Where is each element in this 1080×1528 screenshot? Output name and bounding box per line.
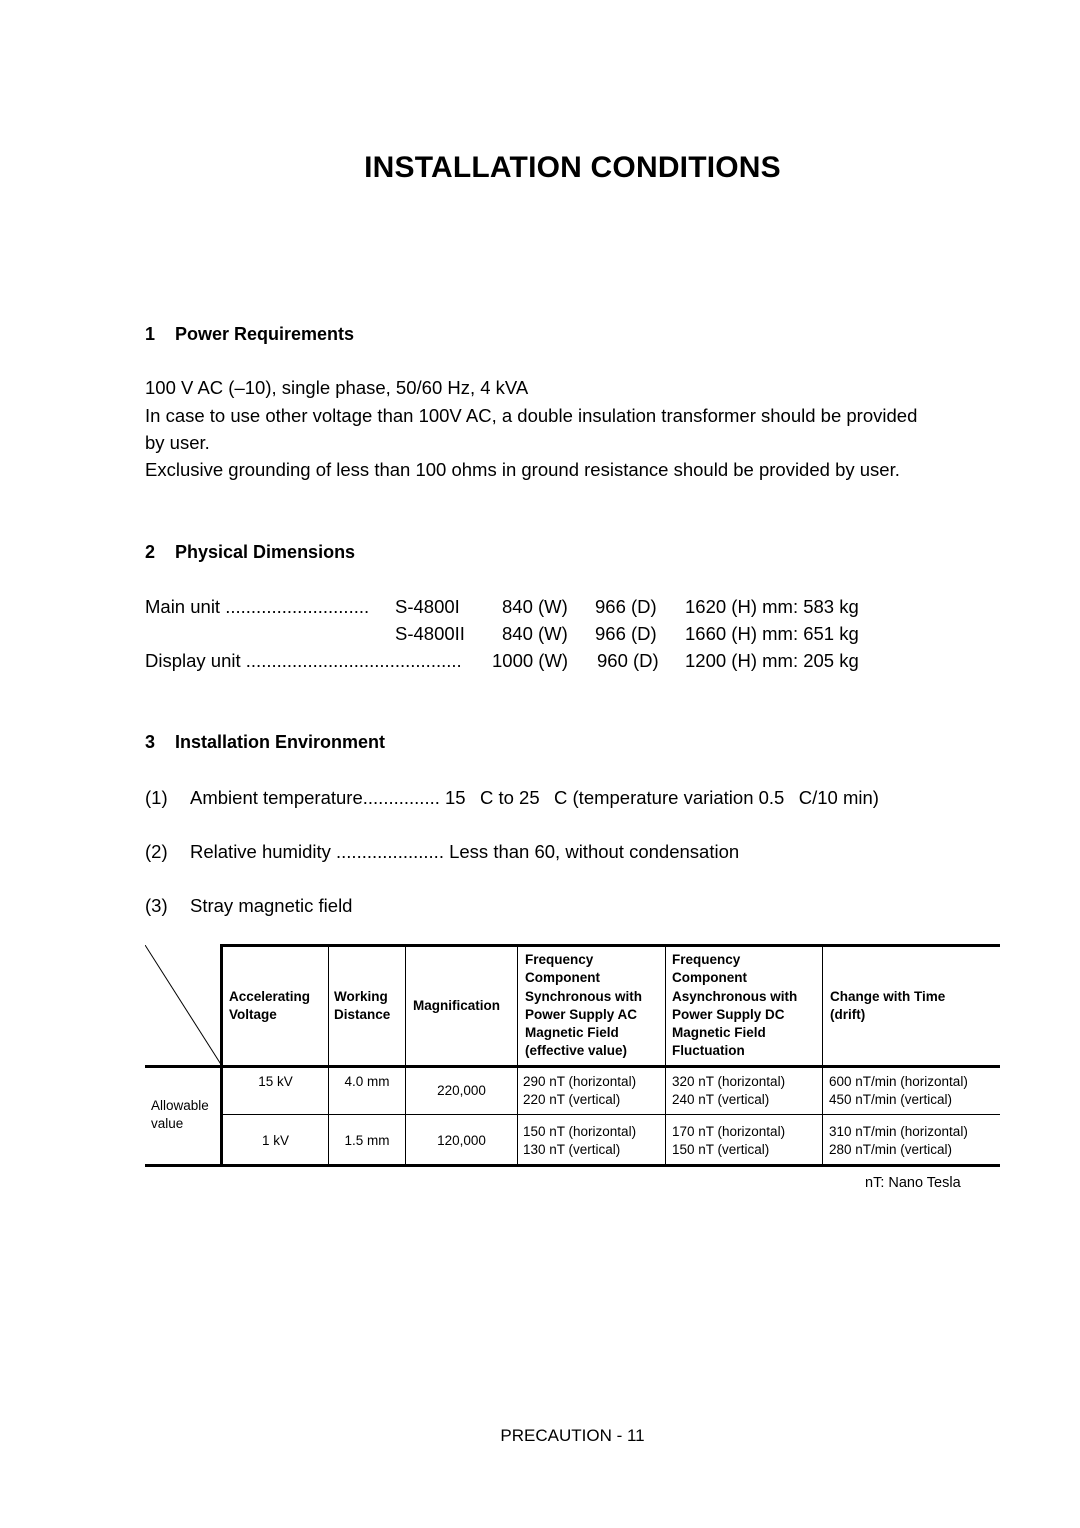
item-label: Stray magnetic field [190,895,353,916]
cell-accelerating-voltage: 1 kV [261,1133,289,1148]
cell-working-distance: 4.0 mm [344,1074,390,1089]
dimension-width: 840 (W) [502,596,568,617]
table-top-border [222,944,1000,947]
leader-dots: ............... [362,787,440,808]
section-number: 1 [145,324,156,344]
power-spec: 100 V AC (–10), single phase, 50/60 Hz, … [145,377,529,398]
leader-dots: ..................... [336,841,444,862]
dimension-depth: 960 (D) [597,650,659,671]
dimension-label: Display unit [145,650,241,671]
section-heading-physical-dimensions: 2 Physical Dimensions [145,542,355,563]
table-col-divider [517,944,518,1167]
dimension-model: S-4800I [395,596,460,617]
cell-accelerating-voltage: 15 kV [258,1074,293,1089]
table-note-units: nT: Nano Tesla [865,1175,961,1191]
cell-magnification: 120,000 [437,1133,486,1148]
dimension-width: 1000 (W) [492,650,569,671]
dimension-model: S-4800II [395,623,465,644]
section-heading-power-requirements: 1 Power Requirements [145,324,354,345]
dimension-height-weight: 1620 (H) mm: 583 kg [685,596,859,617]
dimension-height-weight: 1200 (H) mm: 205 kg [685,650,859,671]
cell-asynchronous-field: 170 nT (horizontal) 150 nT (vertical) [672,1124,786,1157]
dimension-label: Main unit [145,596,221,617]
item-number: (3) [145,895,168,916]
section-title: Physical Dimensions [175,542,356,562]
section-heading-installation-environment: 3 Installation Environment [145,732,385,753]
header-change-with-time: Change with Time (drift) [830,989,946,1023]
header-working-distance: Working Distance [334,989,391,1023]
cell-magnification: 220,000 [437,1083,486,1098]
leader-dots: ............................ [225,596,370,617]
header-frequency-synchronous: Frequency Component Synchronous with Pow… [525,952,643,1059]
section-number: 3 [145,732,156,752]
table-col-divider [665,944,666,1167]
table-row-divider [222,1114,1000,1115]
grounding-note: Exclusive grounding of less than 100 ohm… [145,459,900,480]
item-number: (2) [145,841,168,862]
power-note-line1: In case to use other voltage than 100V A… [145,405,918,426]
dimension-depth: 966 (D) [595,623,657,644]
table-bottom-border [145,1164,1000,1167]
page-title: INSTALLATION CONDITIONS [364,151,781,184]
section-title: Installation Environment [175,732,386,752]
section-number: 2 [145,542,156,562]
header-accelerating-voltage: Accelerating Voltage [229,989,311,1023]
cell-asynchronous-field: 320 nT (horizontal) 240 nT (vertical) [672,1074,786,1107]
power-note-line2: by user. [145,432,210,453]
table-diagonal-stub [145,945,223,1067]
dimension-height-weight: 1660 (H) mm: 651 kg [685,623,859,644]
cell-synchronous-field: 290 nT (horizontal) 220 nT (vertical) [523,1074,637,1107]
item-value: 15 C to 25 C (temperature variation 0.5 … [445,787,879,808]
item-value: Less than 60, without condensation [449,841,740,862]
cell-working-distance: 1.5 mm [344,1133,390,1148]
item-label: Ambient temperature [190,787,363,808]
dimension-depth: 966 (D) [595,596,657,617]
cell-synchronous-field: 150 nT (horizontal) 130 nT (vertical) [523,1124,637,1157]
dimension-width: 840 (W) [502,623,568,644]
cell-drift: 600 nT/min (horizontal) 450 nT/min (vert… [829,1074,968,1107]
leader-dots: ........................................… [245,650,462,671]
page-footer: PRECAUTION - 11 [500,1426,645,1445]
item-label: Relative humidity [190,841,331,862]
cell-drift: 310 nT/min (horizontal) 280 nT/min (vert… [829,1124,968,1157]
header-magnification: Magnification [413,998,500,1013]
header-frequency-asynchronous: Frequency Component Asynchronous with Po… [672,952,798,1059]
table-header-border [145,1065,1000,1068]
table-col-divider [822,944,823,1167]
section-title: Power Requirements [175,324,355,344]
row-label-allowable-value: Allowable value [151,1098,209,1131]
item-number: (1) [145,787,168,808]
